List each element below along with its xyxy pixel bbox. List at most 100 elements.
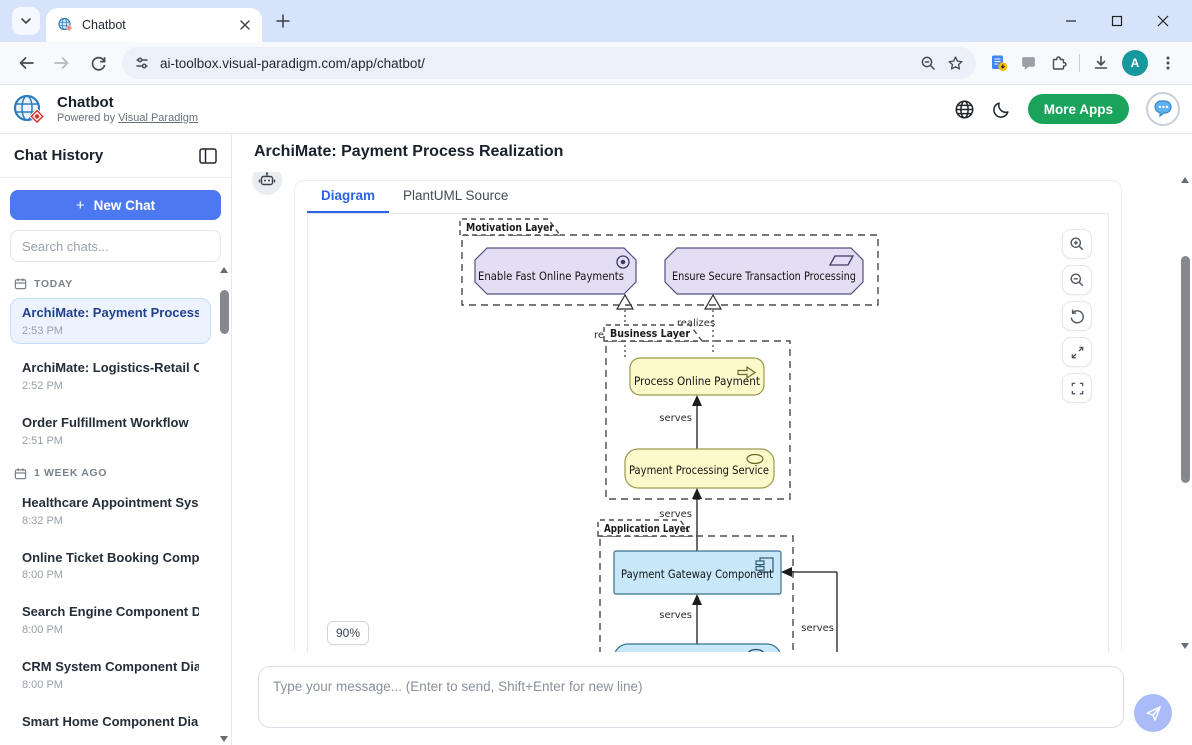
diagram-zoom-toolbar (1062, 229, 1092, 403)
window-minimize-button[interactable] (1048, 0, 1094, 42)
chat-item-time: 8:00 PM (22, 679, 63, 692)
chat-item-title: ArchiMate: Logistics-Retail C... (22, 359, 199, 375)
chat-item-time: 8:00 PM (22, 569, 63, 582)
edge-label-serves: serves (801, 623, 834, 634)
scroll-down-arrow[interactable] (220, 736, 228, 742)
tab-search-button[interactable] (12, 7, 40, 35)
site-settings-icon[interactable] (134, 55, 150, 71)
forward-button[interactable] (46, 47, 78, 79)
zoom-out-button[interactable] (1062, 265, 1092, 295)
serves-arrowhead (692, 488, 702, 499)
node-business-process: Process Online Payment (629, 357, 765, 396)
header-actions: More Apps (954, 92, 1180, 126)
tab-plantuml-source[interactable]: PlantUML Source (389, 182, 522, 213)
bookmark-star-icon[interactable] (947, 55, 964, 72)
chat-item[interactable]: Smart Home Component Dia... (10, 707, 211, 738)
chat-item-title: Healthcare Appointment Sys... (22, 494, 199, 510)
reset-view-button[interactable] (1062, 301, 1092, 331)
back-button[interactable] (10, 47, 42, 79)
downloads-icon[interactable] (1092, 54, 1110, 72)
window-close-button[interactable] (1140, 0, 1186, 42)
chat-bubble-icon (1154, 100, 1172, 118)
fullscreen-button[interactable] (1062, 373, 1092, 403)
browser-tabstrip: Chatbot (0, 0, 1192, 42)
url-bar[interactable]: ai-toolbox.visual-paradigm.com/app/chatb… (122, 47, 976, 79)
extensions-puzzle-icon[interactable] (1049, 54, 1067, 72)
group-label: Business Layer (610, 327, 690, 340)
zoom-in-button[interactable] (1062, 229, 1092, 259)
messages-area: Diagram PlantUML Source realizes realize… (232, 172, 1192, 652)
tab-close-icon[interactable] (236, 16, 254, 34)
message-input[interactable] (258, 666, 1124, 728)
more-apps-button[interactable]: More Apps (1027, 94, 1129, 124)
chevron-down-icon (21, 18, 31, 25)
collapse-panel-icon[interactable] (199, 147, 217, 164)
search-chats-input[interactable] (10, 230, 221, 262)
visual-paradigm-link[interactable]: Visual Paradigm (118, 112, 198, 124)
zoom-out-page-icon[interactable] (920, 55, 937, 72)
plus-icon (276, 14, 290, 28)
scroll-up-arrow[interactable] (1181, 177, 1189, 183)
brand: Chatbot Powered by Visual Paradigm (12, 91, 198, 127)
chat-main: ArchiMate: Payment Process Realization D… (232, 134, 1192, 745)
plus-icon: + (75, 196, 85, 214)
edge-label-serves: serves (659, 610, 692, 621)
app-title: Chatbot (57, 94, 114, 111)
new-tab-button[interactable] (270, 8, 296, 34)
chat-item[interactable]: Order Fulfillment Workflow 2:51 PM (10, 408, 211, 454)
chat-item-selected[interactable]: ArchiMate: Payment Process ... 2:53 PM (10, 298, 211, 344)
archimate-diagram: realizes realizes Motivation Layer (459, 218, 879, 652)
scrollbar-thumb[interactable] (1180, 256, 1190, 483)
assistant-message-card: Diagram PlantUML Source realizes realize… (294, 180, 1122, 652)
chat-item-title: Search Engine Component D... (22, 604, 199, 620)
chat-item[interactable]: Search Engine Component D... 8:00 PM (10, 597, 211, 643)
comment-icon[interactable] (1020, 55, 1037, 72)
main-scrollbar[interactable] (1179, 174, 1191, 652)
browser-toolbar: ai-toolbox.visual-paradigm.com/app/chatb… (0, 42, 1192, 85)
profile-avatar[interactable]: A (1122, 50, 1148, 76)
scroll-up-arrow[interactable] (220, 267, 228, 273)
chat-item[interactable]: ArchiMate: Logistics-Retail C... 2:52 PM (10, 353, 211, 399)
powered-by: Powered by Visual Paradigm (57, 112, 198, 124)
zoom-level-badge[interactable]: 90% (327, 621, 370, 645)
chat-item[interactable]: Online Ticket Booking Comp... 8:00 PM (10, 543, 211, 589)
expand-button[interactable] (1062, 337, 1092, 367)
chat-item-title: Smart Home Component Dia... (22, 714, 199, 730)
url-text[interactable]: ai-toolbox.visual-paradigm.com/app/chatb… (160, 56, 910, 71)
reading-mode-icon[interactable] (990, 54, 1008, 72)
window-maximize-button[interactable] (1094, 0, 1140, 42)
chat-item-time: 2:53 PM (22, 324, 63, 337)
scrollbar-thumb[interactable] (219, 290, 229, 334)
chat-item[interactable]: Healthcare Appointment Sys... 8:32 PM (10, 488, 211, 534)
message-input-area (232, 652, 1192, 745)
serves-arrowhead (781, 567, 792, 577)
brand-text: Chatbot Powered by Visual Paradigm (57, 94, 198, 124)
section-one-week-ago: 1 WEEK AGO (14, 467, 207, 480)
node-goal: Enable Fast Online Payments (474, 247, 637, 295)
chat-title: ArchiMate: Payment Process Realization (254, 143, 564, 160)
chat-history-sidebar: Chat History + New Chat TODAY ArchiMate:… (0, 134, 232, 745)
diagram-viewport[interactable]: realizes realizes Motivation Layer (307, 213, 1109, 652)
chat-item-title: ArchiMate: Payment Process ... (22, 305, 199, 320)
reload-button[interactable] (82, 47, 114, 79)
browser-tab-chatbot[interactable]: Chatbot (46, 8, 262, 42)
browser-menu-kebab-icon[interactable] (1160, 55, 1176, 71)
dark-mode-moon-icon[interactable] (992, 100, 1011, 119)
language-globe-icon[interactable] (954, 99, 975, 120)
new-chat-button[interactable]: + New Chat (10, 190, 221, 220)
scroll-down-arrow[interactable] (1181, 643, 1189, 649)
node-application-component: Payment Gateway Component (613, 550, 782, 595)
tab-diagram[interactable]: Diagram (307, 182, 390, 213)
node-label: Process Online Payment (634, 374, 760, 388)
chat-item[interactable]: CRM System Component Dia... 8:00 PM (10, 652, 211, 698)
visual-paradigm-logo (13, 94, 46, 125)
sidebar-header: Chat History (0, 134, 231, 178)
chat-item-time: 8:00 PM (22, 624, 63, 637)
send-button[interactable] (1134, 694, 1172, 732)
back-arrow-icon (19, 57, 34, 69)
reload-icon (91, 56, 105, 71)
chatbot-avatar[interactable] (1146, 92, 1180, 126)
chat-history-list: TODAY ArchiMate: Payment Process ... 2:5… (0, 262, 231, 745)
sidebar-scrollbar[interactable] (218, 264, 230, 745)
browser-window: Chatbot ai-toolbox.visual-paradigm.com/a… (0, 0, 1192, 745)
